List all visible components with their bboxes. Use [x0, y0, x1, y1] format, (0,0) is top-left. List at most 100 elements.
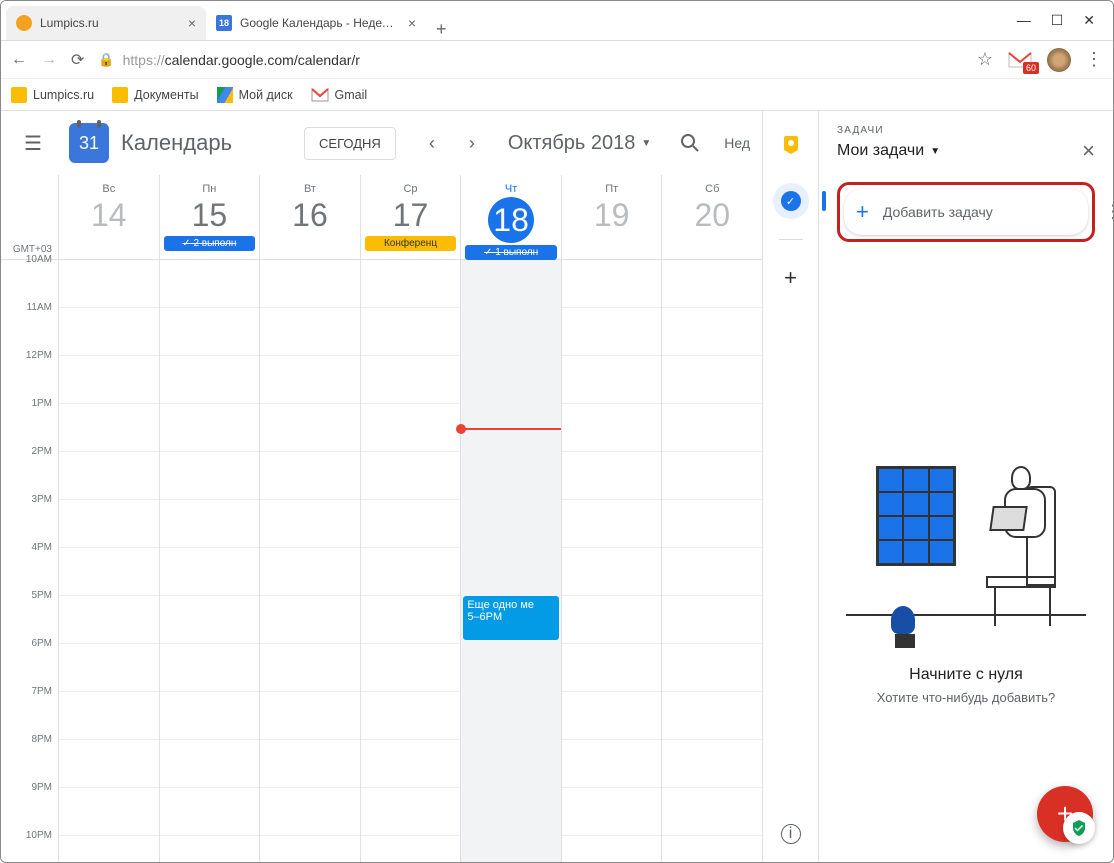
back-button[interactable]: ←: [11, 51, 27, 69]
day-header[interactable]: Чт 18 ✓ 1 выполн: [461, 175, 562, 259]
close-panel-button[interactable]: ×: [1082, 138, 1095, 164]
bookmarks-bar: Lumpics.ru Документы Мой диск Gmail: [1, 79, 1113, 111]
browser-tab-2[interactable]: 18 Google Календарь - Неделя: 14 ×: [206, 6, 426, 40]
day-header[interactable]: Пт 19: [562, 175, 663, 259]
day-number: 19: [562, 197, 662, 234]
timezone-label: GMT+03: [1, 175, 58, 260]
day-column[interactable]: [160, 260, 261, 862]
day-of-week: Вт: [260, 183, 360, 195]
tab-title: Google Календарь - Неделя: 14: [240, 16, 400, 30]
security-badge-icon[interactable]: [1063, 812, 1095, 844]
time-label: 8PM: [1, 734, 58, 782]
calendar-logo: 31: [69, 123, 109, 163]
info-button[interactable]: i: [781, 824, 801, 844]
time-label: 11AM: [1, 302, 58, 350]
bookmark-gmail[interactable]: Gmail: [311, 88, 368, 102]
gmail-badge: 60: [1023, 62, 1039, 74]
add-task-button[interactable]: + Добавить задачу: [844, 189, 1088, 235]
day-of-week: Сб: [662, 183, 762, 195]
drive-icon: [217, 87, 233, 103]
tasks-panel: ЗАДАЧИ Мои задачи▼ × + Добавить задачу ⋮: [819, 111, 1113, 862]
search-button[interactable]: [680, 133, 700, 153]
prev-week-button[interactable]: ‹: [416, 127, 448, 159]
view-selector[interactable]: Нед: [724, 135, 750, 151]
now-indicator: [461, 428, 561, 430]
time-label: 3PM: [1, 494, 58, 542]
folder-icon: [11, 87, 27, 103]
tasks-list-selector[interactable]: Мои задачи▼: [837, 142, 940, 160]
tab-close-icon[interactable]: ×: [188, 15, 196, 31]
day-header[interactable]: Сб 20: [662, 175, 762, 259]
time-label: 10AM: [1, 254, 58, 302]
tasks-button[interactable]: ✓: [773, 183, 809, 219]
today-button[interactable]: СЕГОДНЯ: [304, 127, 396, 160]
time-label: 7PM: [1, 686, 58, 734]
day-column[interactable]: [260, 260, 361, 862]
url-input[interactable]: 🔒 https://calendar.google.com/calendar/r: [98, 52, 962, 68]
add-addon-button[interactable]: +: [773, 260, 809, 296]
month-selector[interactable]: Октябрь 2018▼: [508, 132, 651, 155]
day-header[interactable]: Вт 16: [260, 175, 361, 259]
plus-icon: +: [856, 199, 869, 225]
time-label: 10PM: [1, 830, 58, 862]
day-header[interactable]: Вс14: [59, 175, 160, 259]
keep-button[interactable]: [773, 127, 809, 163]
bookmark-documents[interactable]: Документы: [112, 87, 198, 103]
bookmark-star-icon[interactable]: ☆: [977, 49, 993, 70]
day-of-week: Чт: [461, 183, 561, 195]
close-button[interactable]: ✕: [1083, 12, 1095, 29]
browser-titlebar: Lumpics.ru × 18 Google Календарь - Недел…: [1, 1, 1113, 41]
browser-tab-1[interactable]: Lumpics.ru ×: [6, 6, 206, 40]
day-of-week: Пт: [562, 183, 662, 195]
tasks-more-button[interactable]: ⋮: [1104, 202, 1113, 223]
tab-close-icon[interactable]: ×: [408, 15, 416, 31]
forward-button[interactable]: →: [41, 51, 57, 69]
plus-icon: +: [784, 265, 797, 291]
day-column[interactable]: Еще одно ме5–6PM: [461, 260, 562, 862]
all-day-event-chip[interactable]: ✓ 2 выполн: [164, 236, 256, 251]
day-column[interactable]: [59, 260, 160, 862]
chevron-down-icon: ▼: [930, 146, 940, 157]
day-number: 16: [260, 197, 360, 234]
empty-state-title: Начните с нуля: [909, 666, 1023, 684]
day-header[interactable]: Пн15✓ 2 выполн: [160, 175, 261, 259]
gmail-extension-icon[interactable]: 60: [1007, 50, 1033, 70]
favicon: [16, 15, 32, 31]
time-label: 6PM: [1, 638, 58, 686]
side-panel-rail: ✓ + i: [763, 111, 819, 862]
minimize-button[interactable]: —: [1017, 12, 1031, 29]
new-tab-button[interactable]: +: [426, 19, 457, 40]
calendar-event[interactable]: Еще одно ме5–6PM: [463, 596, 559, 640]
reload-button[interactable]: ⟳: [71, 50, 84, 70]
day-number: 18: [488, 197, 534, 243]
day-header[interactable]: Ср17Конференц: [361, 175, 462, 259]
maximize-button[interactable]: ☐: [1051, 12, 1064, 29]
time-label: 4PM: [1, 542, 58, 590]
main-menu-button[interactable]: ☰: [9, 119, 57, 167]
day-number: 20: [662, 197, 762, 234]
time-label: 12PM: [1, 350, 58, 398]
all-day-event-chip[interactable]: Конференц: [365, 236, 457, 251]
chevron-down-icon: ▼: [641, 138, 651, 149]
profile-avatar[interactable]: [1047, 48, 1071, 72]
bookmark-lumpics[interactable]: Lumpics.ru: [11, 87, 94, 103]
all-day-event-chip[interactable]: ✓ 1 выполн: [465, 245, 557, 260]
lock-icon: 🔒: [98, 52, 114, 68]
next-week-button[interactable]: ›: [456, 127, 488, 159]
day-of-week: Вс: [59, 183, 159, 195]
tab-title: Lumpics.ru: [40, 16, 180, 30]
day-column[interactable]: [361, 260, 462, 862]
bookmark-drive[interactable]: Мой диск: [217, 87, 293, 103]
address-bar: ← → ⟳ 🔒 https://calendar.google.com/cale…: [1, 41, 1113, 79]
gmail-icon: [311, 88, 329, 102]
browser-menu-icon[interactable]: ⋮: [1085, 49, 1103, 70]
time-label: 5PM: [1, 590, 58, 638]
calendar-toolbar: ☰ 31 Календарь СЕГОДНЯ ‹ › Октябрь 2018▼…: [1, 111, 762, 175]
day-number: 15: [160, 197, 260, 234]
day-column[interactable]: [562, 260, 663, 862]
empty-state-illustration: [866, 446, 1066, 646]
day-column[interactable]: [662, 260, 762, 862]
time-label: 2PM: [1, 446, 58, 494]
time-label: 9PM: [1, 782, 58, 830]
day-number: 17: [361, 197, 461, 234]
